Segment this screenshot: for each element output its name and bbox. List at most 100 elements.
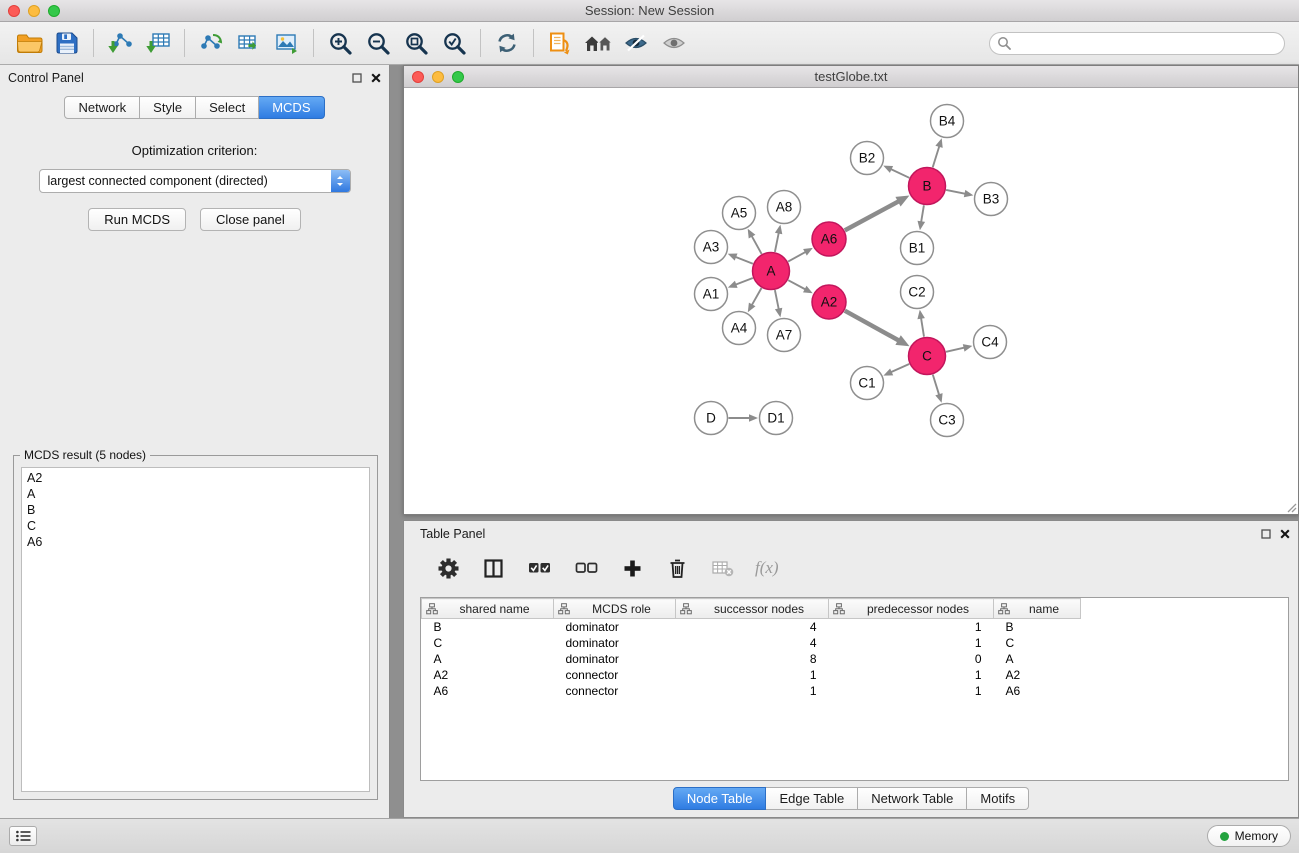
zoom-selected-button[interactable] (435, 25, 473, 61)
show-columns-button[interactable] (479, 550, 507, 586)
mcds-result-item[interactable]: A6 (22, 534, 369, 550)
run-mcds-button[interactable]: Run MCDS (88, 208, 186, 231)
graph-node-A4[interactable]: A4 (723, 312, 756, 345)
column-header-successor-nodes[interactable]: successor nodes (676, 599, 829, 619)
table-row[interactable]: Cdominator41C (422, 635, 1289, 651)
graph-edge-A-A1[interactable] (735, 278, 753, 285)
export-table-button[interactable] (230, 25, 268, 61)
table-row[interactable]: A2connector11A2 (422, 667, 1289, 683)
task-history-button[interactable] (9, 826, 37, 846)
column-header-MCDS-role[interactable]: MCDS role (554, 599, 676, 619)
minimize-window-button[interactable] (28, 5, 40, 17)
graph-node-B[interactable]: B (909, 168, 946, 205)
graph-node-D1[interactable]: D1 (760, 402, 793, 435)
open-file-button[interactable] (10, 25, 48, 61)
import-network-button[interactable] (101, 25, 139, 61)
graph-node-A6[interactable]: A6 (812, 222, 846, 256)
graph-edge-A-A2[interactable] (788, 280, 805, 289)
mcds-result-item[interactable]: C (22, 518, 369, 534)
graph-node-B4[interactable]: B4 (931, 105, 964, 138)
graph-edge-C-C2[interactable] (921, 318, 924, 337)
graph-edge-A-A7[interactable] (775, 290, 779, 309)
search-input[interactable] (989, 32, 1285, 55)
delete-column-button[interactable] (663, 550, 691, 586)
float-panel-icon[interactable] (352, 73, 362, 83)
deselect-all-rows-button[interactable] (571, 550, 601, 586)
column-header-shared-name[interactable]: shared name (422, 599, 554, 619)
graph-node-A8[interactable]: A8 (768, 191, 801, 224)
control-tab-network[interactable]: Network (64, 96, 140, 119)
graph-edge-C-C1[interactable] (891, 364, 910, 372)
graph-edge-A-A3[interactable] (735, 257, 753, 264)
graph-node-B1[interactable]: B1 (901, 232, 934, 265)
graph-node-D[interactable]: D (695, 402, 728, 435)
graph-edge-B-B1[interactable] (921, 205, 924, 222)
open-session-document-button[interactable] (541, 25, 579, 61)
zoom-out-button[interactable] (359, 25, 397, 61)
float-panel-icon[interactable] (1261, 529, 1271, 539)
table-tab-network-table[interactable]: Network Table (858, 787, 967, 810)
control-tab-mcds[interactable]: MCDS (259, 96, 324, 119)
home-view-button[interactable] (579, 25, 617, 61)
hide-graphics-details-button[interactable] (617, 25, 655, 61)
delete-table-button[interactable] (708, 550, 738, 586)
control-tab-select[interactable]: Select (196, 96, 259, 119)
column-header-predecessor-nodes[interactable]: predecessor nodes (829, 599, 994, 619)
graph-node-A5[interactable]: A5 (723, 197, 756, 230)
graph-edge-A-A4[interactable] (752, 288, 762, 305)
table-row[interactable]: Bdominator41B (422, 619, 1289, 635)
close-panel-button[interactable]: Close panel (200, 208, 301, 231)
control-tab-style[interactable]: Style (140, 96, 196, 119)
zoom-window-button[interactable] (48, 5, 60, 17)
refresh-view-button[interactable] (488, 25, 526, 61)
add-column-button[interactable] (618, 550, 646, 586)
graph-edge-A-A8[interactable] (775, 233, 779, 252)
graph-edge-C-C4[interactable] (946, 348, 965, 352)
close-window-button[interactable] (8, 5, 20, 17)
graph-node-A7[interactable]: A7 (768, 319, 801, 352)
close-panel-icon[interactable] (371, 73, 381, 83)
zoom-in-button[interactable] (321, 25, 359, 61)
graph-node-A[interactable]: A (753, 253, 790, 290)
graph-node-B2[interactable]: B2 (851, 142, 884, 175)
graph-node-A1[interactable]: A1 (695, 278, 728, 311)
graph-edge-B-B2[interactable] (891, 169, 910, 178)
table-row[interactable]: A6connector11A6 (422, 683, 1289, 699)
table-tab-edge-table[interactable]: Edge Table (766, 787, 858, 810)
graph-edge-C-C3[interactable] (933, 375, 939, 396)
mcds-result-item[interactable]: A (22, 486, 369, 502)
select-all-rows-button[interactable] (524, 550, 554, 586)
table-tab-motifs[interactable]: Motifs (967, 787, 1029, 810)
graph-edge-A-A6[interactable] (788, 252, 806, 262)
graph-edge-B-B3[interactable] (946, 190, 965, 194)
import-table-button[interactable] (139, 25, 177, 61)
graph-node-B3[interactable]: B3 (975, 183, 1008, 216)
graph-edge-B-B4[interactable] (933, 146, 940, 168)
graph-edge-A2-C[interactable] (845, 311, 899, 341)
graph-node-A2[interactable]: A2 (812, 285, 846, 319)
graph-node-C2[interactable]: C2 (901, 276, 934, 309)
mcds-result-item[interactable]: A2 (22, 470, 369, 486)
save-session-button[interactable] (48, 25, 86, 61)
network-canvas[interactable]: B4 B2 B B3 A5 A8 A6 B1 A3 A C2 A1 A2 A4 A7 C C4 C1 C3 D D1 (404, 88, 1298, 514)
close-panel-icon[interactable] (1280, 529, 1290, 539)
table-row[interactable]: Adominator80A (422, 651, 1289, 667)
criterion-dropdown[interactable]: largest connected component (directed) (39, 169, 351, 193)
mcds-result-item[interactable]: B (22, 502, 369, 518)
table-settings-button[interactable] (434, 550, 462, 586)
graph-node-C1[interactable]: C1 (851, 367, 884, 400)
column-header-name[interactable]: name (994, 599, 1081, 619)
show-graphics-details-button[interactable] (655, 25, 693, 61)
resize-grip-icon[interactable] (1285, 501, 1297, 513)
graph-edge-A-A5[interactable] (752, 236, 762, 254)
function-builder-button[interactable]: f(x) (755, 558, 779, 578)
graph-node-A3[interactable]: A3 (695, 231, 728, 264)
graph-node-C3[interactable]: C3 (931, 404, 964, 437)
graph-edge-A6-B[interactable] (845, 201, 899, 230)
graph-node-C[interactable]: C (909, 338, 946, 375)
export-network-button[interactable] (192, 25, 230, 61)
graph-node-C4[interactable]: C4 (974, 326, 1007, 359)
memory-button[interactable]: Memory (1207, 825, 1291, 847)
export-image-button[interactable] (268, 25, 306, 61)
zoom-fit-button[interactable] (397, 25, 435, 61)
